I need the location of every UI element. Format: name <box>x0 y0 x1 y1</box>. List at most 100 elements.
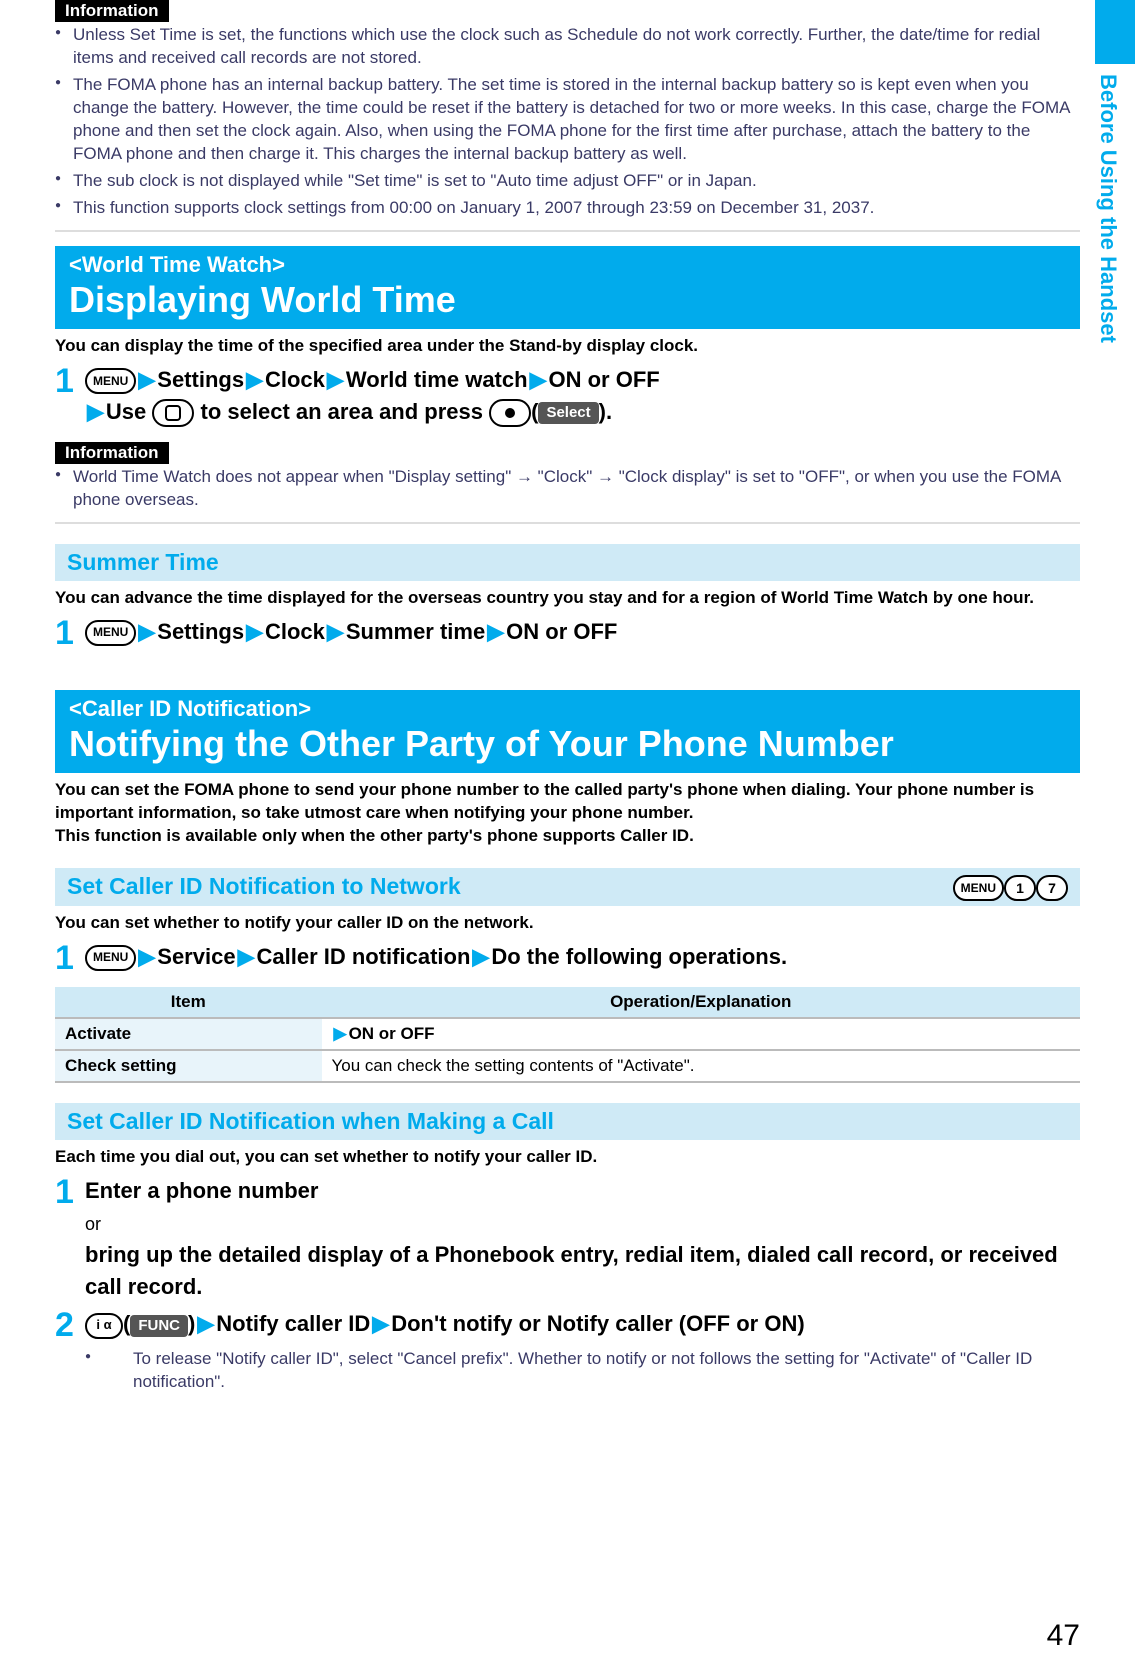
step-body: i α(FUNC)▶Notify caller ID▶Don't notify … <box>85 1308 1080 1340</box>
step-number: 1 <box>55 364 85 398</box>
shortcut-keys: MENU17 <box>953 873 1068 901</box>
arrow-icon: ▶ <box>470 944 491 969</box>
caller-id-intro: You can set the FOMA phone to send your … <box>55 779 1080 848</box>
divider <box>55 230 1080 232</box>
dpad-icon <box>152 399 194 427</box>
arrow-icon: ▶ <box>244 619 265 644</box>
arrow-icon: ▶ <box>528 367 549 392</box>
arrow-icon: ▶ <box>244 367 265 392</box>
table-header-item: Item <box>55 987 322 1018</box>
information-block-1: Information Unless Set Time is set, the … <box>55 0 1080 232</box>
menu-key-icon: MENU <box>85 368 136 394</box>
operations-table: Item Operation/Explanation Activate ▶ON … <box>55 987 1080 1083</box>
side-section-tab: Before Using the Handset <box>1095 0 1135 500</box>
world-time-intro: You can display the time of the specifie… <box>55 335 1080 358</box>
step-body: MENU▶Service▶Caller ID notification▶Do t… <box>85 941 1080 973</box>
path-worldtimewatch: World time watch <box>346 367 528 392</box>
step-line-2: bring up the detailed display of a Phone… <box>85 1242 1058 1299</box>
set-network-intro: You can set whether to notify your calle… <box>55 912 1080 935</box>
path-service: Service <box>157 944 235 969</box>
set-call-intro: Each time you dial out, you can set whet… <box>55 1146 1080 1169</box>
path-calleridnotif: Caller ID notification <box>256 944 470 969</box>
step-2-note: To release "Notify caller ID", select "C… <box>85 1348 1080 1394</box>
info-item: The FOMA phone has an internal backup ba… <box>55 74 1080 166</box>
side-tab-marker <box>1095 0 1135 64</box>
step-number: 1 <box>55 941 85 975</box>
info-item: This function supports clock settings fr… <box>55 197 1080 220</box>
step-line-1: Enter a phone number <box>85 1178 318 1203</box>
cell-item: Activate <box>55 1018 322 1050</box>
subheading-summer-time: Summer Time <box>55 544 1080 581</box>
cell-item: Check setting <box>55 1050 322 1082</box>
softkey-select: Select <box>538 402 598 424</box>
subheading-text: Set Caller ID Notification when Making a… <box>67 1108 554 1135</box>
table-row: Activate ▶ON or OFF <box>55 1018 1080 1050</box>
path-doops: Do the following operations. <box>491 944 787 969</box>
arrow-icon: ▶ <box>136 944 157 969</box>
arrow-icon: ▶ <box>485 619 506 644</box>
cell-op: ▶ON or OFF <box>322 1018 1081 1050</box>
subheading-text: Summer Time <box>67 549 219 576</box>
arrow-icon: ▶ <box>325 619 346 644</box>
step-text: Use <box>106 399 146 424</box>
subheading-text: Set Caller ID Notification to Network <box>67 873 461 900</box>
summer-step-1: 1 MENU▶Settings▶Clock▶Summer time▶ON or … <box>55 616 1080 650</box>
page-number: 47 <box>1047 1619 1080 1653</box>
step-body: MENU▶Settings▶Clock▶Summer time▶ON or OF… <box>85 616 1080 648</box>
step-body: Enter a phone number or bring up the det… <box>85 1175 1080 1303</box>
path-onoff: ON or OFF <box>506 619 617 644</box>
period: . <box>606 399 612 424</box>
close-paren: ) <box>599 399 606 424</box>
page-content: Information Unless Set Time is set, the … <box>0 0 1135 1428</box>
step-or: or <box>85 1214 101 1234</box>
arrow-icon: ▶ <box>136 367 157 392</box>
arrow-icon: ▶ <box>325 367 346 392</box>
section-tag: <Caller ID Notification> <box>69 696 1066 722</box>
information-list: Unless Set Time is set, the functions wh… <box>55 24 1080 220</box>
path-notifycaller: Notify caller ID <box>216 1311 370 1336</box>
num-key-7: 7 <box>1036 875 1068 901</box>
menu-key-icon: MENU <box>85 620 136 646</box>
table-row: Check setting You can check the setting … <box>55 1050 1080 1082</box>
arrow-icon: ▶ <box>370 1311 391 1336</box>
menu-key-icon: MENU <box>953 875 1004 901</box>
path-settings: Settings <box>157 367 244 392</box>
subheading-set-call: Set Caller ID Notification when Making a… <box>55 1103 1080 1140</box>
path-summertime: Summer time <box>346 619 485 644</box>
arrow-icon: ▶ <box>332 1024 349 1043</box>
arrow-icon: ▶ <box>195 1311 216 1336</box>
info-item: World Time Watch does not appear when "D… <box>55 466 1080 512</box>
num-key-1: 1 <box>1004 875 1036 901</box>
path-onoff: ON or OFF <box>548 367 659 392</box>
world-time-step-1: 1 MENU▶Settings▶Clock▶World time watch▶O… <box>55 364 1080 428</box>
section-caller-id: <Caller ID Notification> Notifying the O… <box>55 690 1080 774</box>
step-number: 2 <box>55 1308 85 1342</box>
path-clock: Clock <box>265 367 325 392</box>
open-paren: ( <box>531 399 538 424</box>
softkey-func: FUNC <box>130 1315 188 1337</box>
divider <box>55 522 1080 524</box>
func-key-icon: i α <box>85 1313 123 1339</box>
information-label: Information <box>55 442 169 464</box>
info-item: Unless Set Time is set, the functions wh… <box>55 24 1080 70</box>
cell-op-text: ON or OFF <box>349 1024 435 1043</box>
center-key-icon <box>489 399 531 427</box>
section-title: Displaying World Time <box>69 280 1066 320</box>
arrow-icon: ▶ <box>136 619 157 644</box>
step-text: to select an area and press <box>201 399 483 424</box>
table-header-operation: Operation/Explanation <box>322 987 1081 1018</box>
section-tag: <World Time Watch> <box>69 252 1066 278</box>
set-call-step-2: 2 i α(FUNC)▶Notify caller ID▶Don't notif… <box>55 1308 1080 1342</box>
set-network-step-1: 1 MENU▶Service▶Caller ID notification▶Do… <box>55 941 1080 975</box>
set-call-step-1: 1 Enter a phone number or bring up the d… <box>55 1175 1080 1303</box>
arrow-icon: ▶ <box>85 399 106 424</box>
menu-key-icon: MENU <box>85 945 136 971</box>
path-clock: Clock <box>265 619 325 644</box>
step-number: 1 <box>55 1175 85 1209</box>
step-number: 1 <box>55 616 85 650</box>
arrow-icon: ▶ <box>236 944 257 969</box>
information-label: Information <box>55 0 169 22</box>
side-tab-label: Before Using the Handset <box>1095 64 1121 484</box>
summer-intro: You can advance the time displayed for t… <box>55 587 1080 610</box>
subheading-set-network: Set Caller ID Notification to Network ME… <box>55 868 1080 906</box>
